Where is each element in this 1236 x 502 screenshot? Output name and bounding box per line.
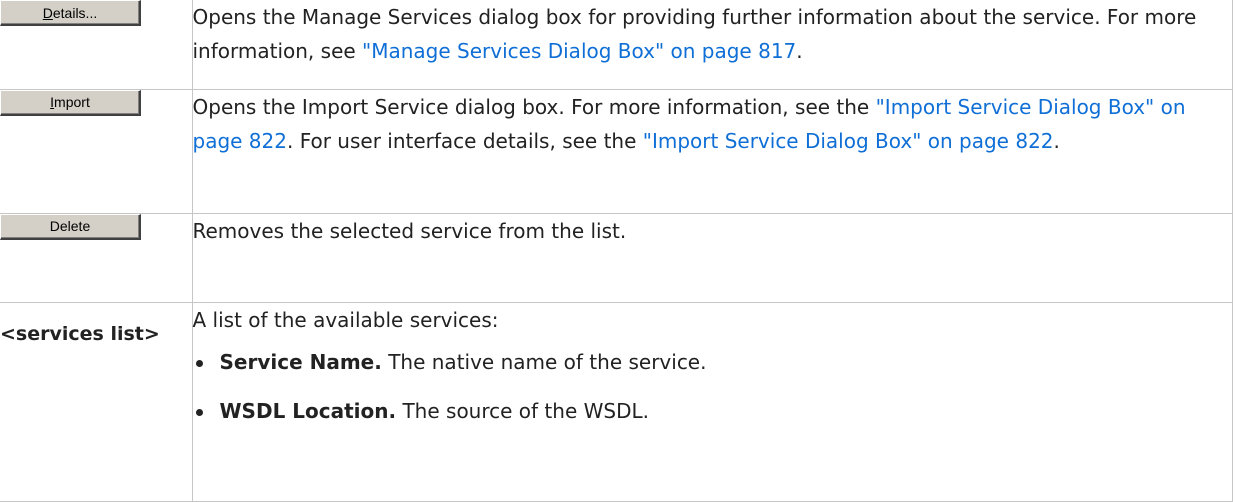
- description-cell: Removes the selected service from the li…: [191, 212, 1233, 303]
- import-button-label: Import: [50, 94, 90, 110]
- description-cell: A list of the available services: Servic…: [191, 301, 1233, 502]
- list-item: WSDL Location. The source of the WSDL.: [193, 394, 1232, 428]
- delete-button[interactable]: Delete: [0, 213, 141, 240]
- import-button[interactable]: Import: [0, 89, 141, 116]
- table-row-services-list: <services list> A list of the available …: [0, 301, 1233, 502]
- description-cell: Opens the Manage Services dialog box for…: [191, 0, 1233, 90]
- import-description: Opens the Import Service dialog box. For…: [192, 94, 876, 119]
- table-row-details: Details... Opens the Manage Services dia…: [0, 0, 1233, 90]
- ui-element-cell: <services list>: [0, 301, 193, 502]
- delete-button-label: Delete: [49, 218, 91, 234]
- services-list-label: <services list>: [0, 322, 160, 345]
- table-row-import: Import Opens the Import Service dialog b…: [0, 88, 1233, 214]
- table-row-delete: Delete Removes the selected service from…: [0, 212, 1233, 303]
- delete-description: Removes the selected service from the li…: [192, 218, 627, 243]
- description-cell: Opens the Import Service dialog box. For…: [191, 88, 1233, 214]
- ui-element-cell: Import: [0, 88, 193, 214]
- list-item-text: The native name of the service.: [381, 349, 707, 374]
- ui-element-cell: Delete: [0, 212, 193, 303]
- import-service-ui-link[interactable]: "Import Service Dialog Box" on page 822: [643, 129, 1054, 153]
- manage-services-link[interactable]: "Manage Services Dialog Box" on page 817: [362, 39, 796, 63]
- details-button-label: Details...: [42, 4, 98, 21]
- services-list-intro: A list of the available services:: [192, 307, 499, 332]
- list-item-term: WSDL Location.: [219, 398, 397, 423]
- bullet-icon: [195, 359, 203, 367]
- list-item-term: Service Name.: [219, 349, 382, 374]
- details-button[interactable]: Details...: [0, 0, 141, 26]
- services-columns-list: Service Name. The native name of the ser…: [193, 345, 1232, 428]
- bullet-icon: [195, 408, 203, 416]
- ui-elements-table: Details... Opens the Manage Services dia…: [0, 0, 1233, 502]
- list-item-text: The source of the WSDL.: [396, 398, 649, 423]
- ui-element-cell: Details...: [0, 0, 193, 90]
- list-item: Service Name. The native name of the ser…: [193, 345, 1232, 379]
